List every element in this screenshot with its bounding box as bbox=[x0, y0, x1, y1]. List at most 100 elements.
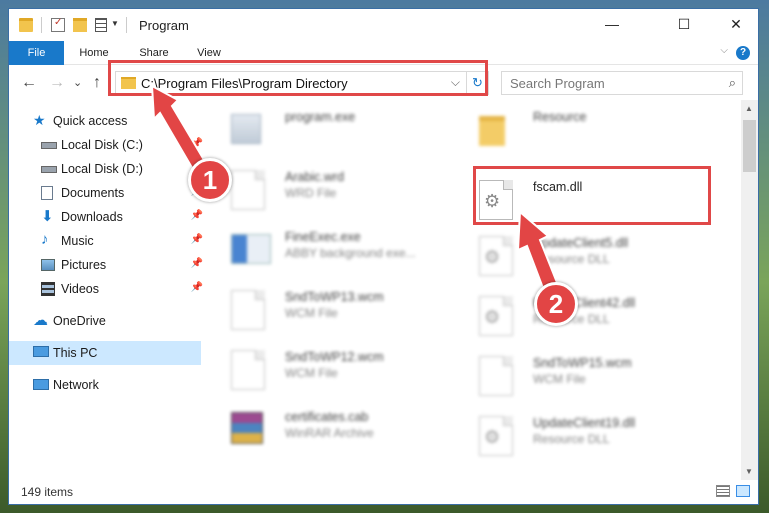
sidebar-item-label: This PC bbox=[53, 346, 98, 360]
collapse-ribbon-icon[interactable]: ⌵ bbox=[720, 45, 728, 56]
window-title: Program bbox=[139, 18, 189, 33]
sidebar-item-videos[interactable]: Videos 📌 bbox=[9, 278, 203, 300]
scroll-thumb[interactable] bbox=[743, 120, 756, 172]
file-item[interactable]: ⚙ UpdateClient5.dll Resource DLL bbox=[467, 230, 697, 286]
sidebar-item-documents[interactable]: Documents 📌 bbox=[9, 182, 203, 204]
scroll-up-icon[interactable]: ▲ bbox=[745, 104, 753, 113]
title-bar: ▼ Program — ☐ ✕ bbox=[9, 9, 758, 41]
file-item[interactable]: SndToWP15.wcm WCM File bbox=[467, 350, 697, 406]
sidebar-item-label: Local Disk (D:) bbox=[61, 162, 143, 176]
status-bar: 149 items bbox=[9, 480, 758, 504]
vertical-scrollbar[interactable]: ▲ ▼ bbox=[741, 100, 758, 480]
file-item[interactable]: SndToWP12.wcm WCM File bbox=[219, 344, 449, 400]
sidebar-item-quick-access[interactable]: ★ Quick access bbox=[9, 110, 203, 132]
downloads-icon: ⬇ bbox=[41, 208, 54, 225]
document-icon bbox=[479, 356, 513, 396]
search-icon[interactable]: ⌕ bbox=[729, 75, 736, 91]
file-item[interactable]: SndToWP13.wcm WCM File bbox=[219, 284, 449, 340]
star-icon: ★ bbox=[33, 112, 46, 128]
file-type: WCM File bbox=[285, 366, 338, 380]
sidebar-item-label: Pictures bbox=[61, 258, 107, 272]
minimize-button[interactable]: — bbox=[589, 9, 635, 39]
divider bbox=[126, 17, 127, 33]
pin-icon: 📌 bbox=[190, 258, 203, 269]
file-name: Arabic.wrd bbox=[285, 170, 345, 184]
forward-button[interactable]: → bbox=[49, 74, 65, 92]
sidebar-item-pictures[interactable]: Pictures 📌 bbox=[9, 254, 203, 276]
file-name: UpdateClient5.dll bbox=[533, 236, 629, 250]
file-type: Resource DLL bbox=[533, 252, 610, 266]
document-icon bbox=[231, 170, 265, 210]
view-options-icon[interactable] bbox=[95, 18, 107, 32]
sidebar-item-onedrive[interactable]: ☁ OneDrive bbox=[9, 310, 203, 332]
file-item[interactable]: Arabic.wrd WRD File bbox=[219, 164, 449, 220]
properties-icon[interactable] bbox=[51, 17, 65, 32]
scroll-down-icon[interactable]: ▼ bbox=[745, 467, 753, 476]
file-item[interactable]: program.exe bbox=[219, 104, 449, 160]
dll-gear-icon: ⚙ bbox=[479, 416, 513, 456]
exe-icon bbox=[231, 114, 261, 144]
new-folder-icon[interactable] bbox=[73, 18, 87, 32]
search-box[interactable]: Search Program ⌕ bbox=[501, 71, 743, 95]
sidebar-item-this-pc[interactable]: This PC bbox=[9, 341, 201, 365]
recent-locations-button[interactable]: ⌄ bbox=[73, 76, 82, 89]
file-name: SndToWP13.wcm bbox=[285, 290, 384, 304]
pin-icon: 📌 bbox=[190, 234, 203, 245]
file-type: WinRAR Archive bbox=[285, 426, 374, 440]
folder-item[interactable]: Resource bbox=[467, 104, 697, 160]
file-name: Resource bbox=[533, 110, 587, 124]
sidebar-item-label: Network bbox=[53, 378, 99, 392]
divider bbox=[41, 17, 42, 33]
sidebar-item-label: Quick access bbox=[53, 114, 128, 128]
folder-icon bbox=[479, 116, 505, 146]
sidebar-item-label: OneDrive bbox=[53, 314, 106, 328]
sidebar-item-downloads[interactable]: ⬇ Downloads 📌 bbox=[9, 206, 203, 228]
documents-icon bbox=[41, 186, 53, 200]
file-type: WCM File bbox=[285, 306, 338, 320]
quick-access-toolbar-dropdown-icon[interactable]: ▼ bbox=[111, 19, 119, 28]
folder-icon[interactable] bbox=[19, 18, 33, 32]
file-name: SndToWP12.wcm bbox=[285, 350, 384, 364]
sidebar-item-music[interactable]: ♪ Music 📌 bbox=[9, 230, 203, 252]
pin-icon: 📌 bbox=[190, 210, 203, 221]
file-name: UpdateClient19.dll bbox=[533, 416, 636, 430]
file-item[interactable]: ⚙ UpdateClient19.dll Resource DLL bbox=[467, 410, 697, 466]
file-name: SndToWP15.wcm bbox=[533, 356, 632, 370]
back-button[interactable]: ← bbox=[21, 74, 37, 92]
address-highlight-box bbox=[108, 60, 488, 96]
file-item[interactable]: certificates.cab WinRAR Archive bbox=[219, 404, 449, 460]
computer-icon bbox=[33, 346, 49, 357]
sidebar-item-label: Music bbox=[61, 234, 94, 248]
maximize-button[interactable]: ☐ bbox=[661, 9, 707, 39]
dll-gear-icon: ⚙ bbox=[479, 296, 513, 336]
file-item[interactable]: ⚙ UpdateClient42.dll Resource DLL bbox=[467, 290, 697, 346]
help-icon[interactable]: ? bbox=[736, 46, 750, 60]
tab-file[interactable]: File bbox=[9, 41, 64, 65]
archive-icon bbox=[231, 412, 263, 444]
sidebar-item-network[interactable]: Network bbox=[9, 374, 203, 396]
file-type: WRD File bbox=[285, 186, 337, 200]
sidebar-item-label: Downloads bbox=[61, 210, 123, 224]
application-icon bbox=[231, 234, 271, 264]
search-input[interactable]: Search Program bbox=[510, 76, 605, 91]
document-icon bbox=[231, 290, 265, 330]
step-2-badge: 2 bbox=[534, 282, 578, 326]
up-button[interactable]: ↑ bbox=[93, 74, 101, 92]
sidebar-item-local-disk-d[interactable]: Local Disk (D:) 📌 bbox=[9, 158, 203, 180]
close-button[interactable]: ✕ bbox=[713, 9, 758, 39]
item-count: 149 items bbox=[21, 485, 74, 499]
tiles-view-icon[interactable] bbox=[736, 485, 750, 497]
pictures-icon bbox=[41, 259, 55, 271]
details-view-icon[interactable] bbox=[716, 485, 730, 497]
navigation-pane: ★ Quick access Local Disk (C:) 📌 Local D… bbox=[9, 100, 207, 480]
step-1-badge: 1 bbox=[188, 158, 232, 202]
file-list: program.exe Arabic.wrd WRD File FineExec… bbox=[219, 100, 739, 475]
file-item[interactable]: FineExec.exe ABBY background exe... bbox=[219, 224, 449, 280]
file-name: FineExec.exe bbox=[285, 230, 361, 244]
sidebar-item-label: Local Disk (C:) bbox=[61, 138, 143, 152]
drive-icon bbox=[41, 142, 57, 149]
sidebar-item-label: Videos bbox=[61, 282, 99, 296]
file-type: Resource DLL bbox=[533, 432, 610, 446]
sidebar-item-local-disk-c[interactable]: Local Disk (C:) 📌 bbox=[9, 134, 203, 156]
pin-icon: 📌 bbox=[190, 282, 203, 293]
